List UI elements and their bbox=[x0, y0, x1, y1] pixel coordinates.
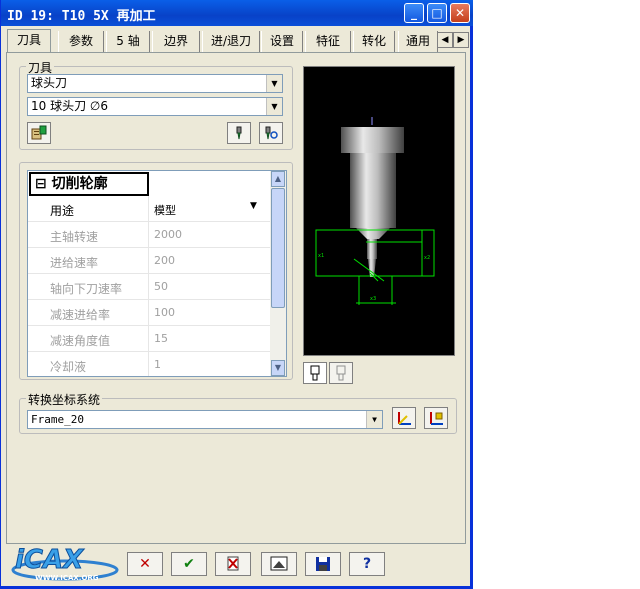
frame-pick-button[interactable] bbox=[392, 407, 416, 429]
tab-scroll-left-icon[interactable]: ◀ bbox=[437, 32, 453, 48]
cut-profile-title: 切削轮廓 bbox=[51, 176, 108, 192]
prop-key: 减速进给率 bbox=[50, 308, 111, 322]
prop-key: 用途 bbox=[50, 204, 75, 218]
document-cancel-icon bbox=[227, 556, 239, 571]
cut-profile-header[interactable]: ⊟ 切削轮廓 bbox=[29, 172, 149, 196]
prop-value[interactable]: 100 bbox=[154, 306, 175, 319]
window-title: ID 19: T10 5X 再加工 bbox=[7, 9, 156, 24]
icax-logo: iCAX WWW.ICAX.ORG bbox=[7, 540, 125, 584]
frame-value: Frame_20 bbox=[31, 413, 84, 426]
view-holder-button[interactable] bbox=[303, 362, 327, 384]
tab-params[interactable]: 参数 bbox=[58, 31, 104, 52]
prop-value[interactable]: 1 bbox=[154, 358, 161, 371]
table-row[interactable]: 进给速率 200 bbox=[28, 248, 271, 274]
tool-settings-icon bbox=[265, 126, 278, 140]
frame-select[interactable]: Frame_20 ▼ bbox=[27, 410, 383, 429]
coordinate-frame-edit-icon bbox=[430, 412, 443, 425]
tab-5axis[interactable]: 5 轴 bbox=[106, 31, 150, 52]
image-icon bbox=[270, 556, 288, 571]
tool-settings-button[interactable] bbox=[259, 122, 283, 144]
tool-drawing: x1 x2 x3 bbox=[315, 117, 435, 305]
table-row[interactable]: 冷却液 1 bbox=[28, 352, 271, 376]
cancel-button[interactable]: ✕ bbox=[127, 552, 163, 576]
collapse-icon[interactable]: ⊟ bbox=[35, 176, 47, 192]
table-row[interactable]: 减速角度值 15 bbox=[28, 326, 271, 352]
help-button[interactable]: ? bbox=[349, 552, 385, 576]
tool-database-button[interactable] bbox=[27, 122, 51, 144]
prop-key: 轴向下刀速率 bbox=[50, 282, 123, 296]
help-icon: ? bbox=[362, 556, 372, 572]
tab-transform[interactable]: 转化 bbox=[353, 31, 395, 52]
database-icon bbox=[31, 125, 47, 140]
table-row[interactable]: 轴向下刀速率 50 bbox=[28, 274, 271, 300]
chevron-down-icon[interactable]: ▼ bbox=[250, 201, 257, 211]
coordinate-frame-icon bbox=[398, 412, 411, 425]
table-row[interactable]: 用途 模型 ▼ bbox=[28, 196, 271, 222]
prop-key: 冷却液 bbox=[50, 360, 87, 374]
scroll-thumb[interactable] bbox=[271, 188, 285, 308]
tab-features[interactable]: 特征 bbox=[305, 31, 351, 52]
title-bar[interactable]: ID 19: T10 5X 再加工 _ □ ✕ bbox=[1, 0, 473, 26]
grid-scrollbar[interactable]: ▲ ▼ bbox=[270, 171, 286, 376]
close-button[interactable]: ✕ bbox=[450, 3, 470, 23]
chevron-down-icon[interactable]: ▼ bbox=[266, 98, 282, 115]
tool-select[interactable]: 10 球头刀 ∅6 ▼ bbox=[27, 97, 283, 116]
floppy-disk-icon bbox=[316, 557, 330, 571]
tab-scroll-right-icon[interactable]: ▶ bbox=[453, 32, 469, 48]
tab-boundary[interactable]: 边界 bbox=[152, 31, 200, 52]
svg-text:x3: x3 bbox=[370, 296, 376, 302]
table-row[interactable]: 减速进给率 100 bbox=[28, 300, 271, 326]
transform-group-label: 转换坐标系统 bbox=[26, 391, 103, 408]
prop-value[interactable]: 15 bbox=[154, 332, 168, 345]
logo-url: WWW.ICAX.ORG bbox=[35, 574, 99, 582]
scroll-down-icon[interactable]: ▼ bbox=[271, 360, 285, 376]
ok-button[interactable]: ✔ bbox=[171, 552, 207, 576]
frame-edit-button[interactable] bbox=[424, 407, 448, 429]
tool-holder-icon bbox=[310, 365, 320, 381]
tab-tool[interactable]: 刀具 bbox=[7, 29, 51, 53]
prop-value[interactable]: 200 bbox=[154, 254, 175, 267]
maximize-button[interactable]: □ bbox=[427, 3, 447, 23]
cut-profile-grid: ⊟ 切削轮廓 用途 模型 ▼ 主轴转速 2000 进给速率 200 轴向下刀速率… bbox=[27, 170, 287, 377]
svg-text:x2: x2 bbox=[424, 255, 430, 261]
reset-button[interactable] bbox=[215, 552, 251, 576]
chevron-down-icon[interactable]: ▼ bbox=[266, 75, 282, 92]
save-button[interactable] bbox=[305, 552, 341, 576]
tab-general[interactable]: 通用 bbox=[398, 31, 438, 52]
chevron-down-icon[interactable]: ▼ bbox=[366, 411, 382, 428]
tab-setup[interactable]: 设置 bbox=[261, 31, 303, 52]
tool-type-value: 球头刀 bbox=[31, 76, 68, 90]
tool-preview: x1 x2 x3 bbox=[303, 66, 455, 356]
prop-key: 进给速率 bbox=[50, 256, 99, 270]
tool-shank-icon bbox=[336, 365, 346, 381]
minimize-button[interactable]: _ bbox=[404, 3, 424, 23]
tool-select-value: 10 球头刀 ∅6 bbox=[31, 99, 108, 113]
tool-edit-icon bbox=[236, 126, 242, 140]
svg-text:x1: x1 bbox=[318, 253, 324, 259]
tool-type-select[interactable]: 球头刀 ▼ bbox=[27, 74, 283, 93]
prop-value[interactable]: 50 bbox=[154, 280, 168, 293]
scroll-up-icon[interactable]: ▲ bbox=[271, 171, 285, 187]
tab-lead-in-out[interactable]: 进/退刀 bbox=[202, 31, 260, 52]
table-row[interactable]: 主轴转速 2000 bbox=[28, 222, 271, 248]
tool-edit-button[interactable] bbox=[227, 122, 251, 144]
prop-key: 主轴转速 bbox=[50, 230, 99, 244]
prop-value[interactable]: 2000 bbox=[154, 228, 182, 241]
preview-button[interactable] bbox=[261, 552, 297, 576]
prop-value[interactable]: 模型 bbox=[154, 202, 176, 218]
view-shank-button[interactable] bbox=[329, 362, 353, 384]
tab-strip: 刀具 参数 5 轴 边界 进/退刀 设置 特征 转化 通用 ◀ ▶ bbox=[5, 29, 469, 53]
dialog-window: ID 19: T10 5X 再加工 _ □ ✕ 刀具 参数 5 轴 边界 进/退… bbox=[0, 0, 473, 589]
svg-text:iCAX: iCAX bbox=[15, 545, 85, 575]
prop-key: 减速角度值 bbox=[50, 334, 111, 348]
